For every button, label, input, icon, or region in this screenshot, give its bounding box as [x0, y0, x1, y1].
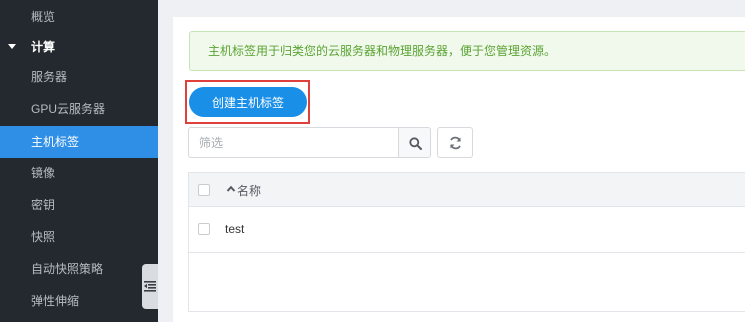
row-checkbox[interactable] [198, 223, 210, 235]
sidebar-item-label: 镜像 [31, 166, 56, 180]
collapse-sidebar-icon [144, 281, 156, 292]
cell-name: test [225, 222, 245, 236]
host-tag-table: 名称 test [188, 172, 745, 312]
collapse-sidebar-button[interactable] [142, 264, 158, 309]
sidebar-item-images[interactable]: 镜像 [0, 157, 158, 189]
sidebar-item-label: 快照 [31, 230, 56, 244]
search-button[interactable] [398, 127, 431, 158]
refresh-icon [450, 136, 461, 150]
filter-input[interactable] [188, 127, 398, 158]
main-panel: 主机标签用于归类您的云服务器和物理服务器，便于您管理资源。 创建主机标签 名称 … [173, 17, 745, 322]
notice-text: 主机标签用于归类您的云服务器和物理服务器，便于您管理资源。 [208, 44, 557, 58]
sidebar-item-label: 概览 [31, 10, 56, 24]
sidebar-item-servers[interactable]: 服务器 [0, 61, 158, 93]
sidebar-group-label: 计算 [31, 40, 56, 54]
sidebar-item-label: 弹性伸缩 [31, 294, 80, 308]
sort-up-icon[interactable] [226, 184, 236, 194]
create-host-tag-button[interactable]: 创建主机标签 [189, 87, 307, 117]
sidebar-item-label: 服务器 [31, 70, 68, 84]
sidebar-item-label: 密钥 [31, 198, 56, 212]
table-row[interactable]: test [189, 207, 745, 253]
select-all-checkbox[interactable] [198, 184, 210, 196]
sidebar-item-host-tags[interactable]: 主机标签 [0, 126, 158, 158]
sidebar-item-label: 自动快照策略 [31, 262, 104, 276]
sidebar-item-auto-snapshot-policy[interactable]: 自动快照策略 [0, 253, 158, 285]
info-notice: 主机标签用于归类您的云服务器和物理服务器，便于您管理资源。 [189, 31, 745, 71]
refresh-button[interactable] [437, 127, 473, 158]
column-header-name[interactable]: 名称 [237, 182, 261, 199]
sidebar: 概览 计算 服务器 GPU云服务器 主机标签 镜像 密钥 快照 自动快照策略 弹… [0, 0, 158, 322]
sidebar-item-label: GPU云服务器 [31, 102, 106, 116]
caret-down-icon [8, 44, 16, 49]
sidebar-item-overview[interactable]: 概览 [0, 1, 158, 33]
table-header: 名称 [189, 173, 745, 207]
sidebar-item-keys[interactable]: 密钥 [0, 189, 158, 221]
sidebar-group-compute[interactable]: 计算 [0, 31, 158, 63]
sidebar-item-gpu-servers[interactable]: GPU云服务器 [0, 93, 158, 125]
sidebar-item-snapshots[interactable]: 快照 [0, 221, 158, 253]
sidebar-item-auto-scaling[interactable]: 弹性伸缩 [0, 285, 158, 317]
sidebar-item-label: 主机标签 [31, 135, 80, 149]
search-icon [409, 137, 422, 150]
